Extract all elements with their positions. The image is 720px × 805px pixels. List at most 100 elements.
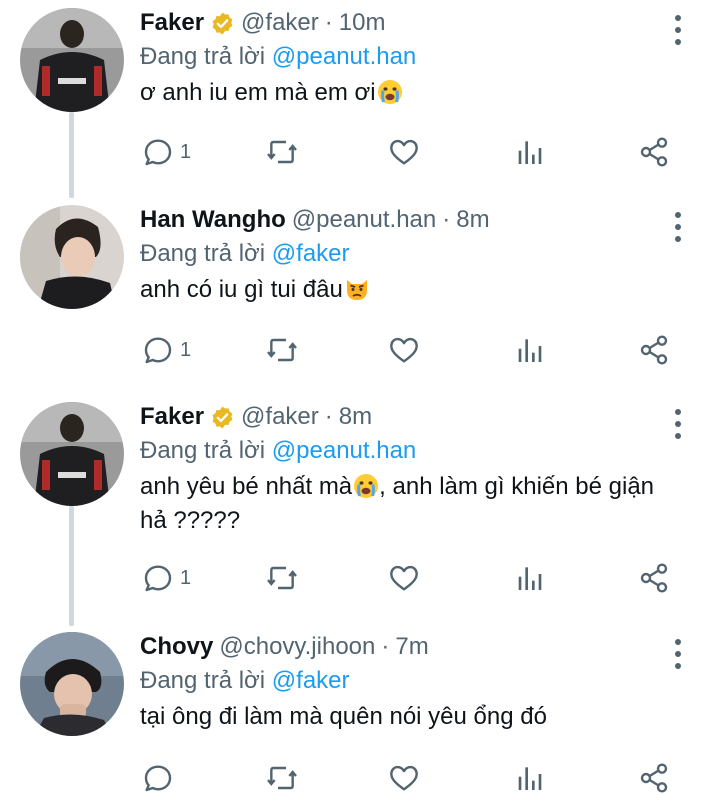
- replying-to-label: Đang trả lời: [140, 240, 266, 267]
- author-handle[interactable]: @chovy.jihoon: [219, 630, 375, 664]
- timestamp[interactable]: 8m: [339, 400, 372, 434]
- bar-chart-icon: [518, 567, 542, 590]
- tweet-content: Han Wangho @peanut.han · 8m Đang trả lời…: [140, 203, 670, 307]
- like-button[interactable]: [388, 558, 420, 598]
- replying-to: Đang trả lời @peanut.han: [140, 434, 670, 468]
- verified-badge-icon: [210, 11, 235, 36]
- author-handle[interactable]: @faker: [241, 6, 319, 40]
- reply-button[interactable]: 1: [142, 132, 191, 172]
- separator-dot: ·: [324, 403, 333, 430]
- tweet-content: Faker @faker · 8m Đang trả lời @peanut.h…: [140, 400, 670, 538]
- action-bar: 1: [140, 330, 680, 370]
- views-button[interactable]: [514, 558, 546, 598]
- like-button[interactable]: [388, 758, 420, 798]
- tweet-content: Chovy @chovy.jihoon · 7m Đang trả lời @f…: [140, 630, 670, 734]
- timestamp[interactable]: 10m: [339, 6, 386, 40]
- tweet-text-body: tại ông đi làm mà quên nói yêu ổng đó: [140, 703, 547, 730]
- tweet[interactable]: Han Wangho @peanut.han · 8m Đang trả lời…: [0, 197, 720, 394]
- replying-to-label: Đang trả lời: [140, 667, 266, 694]
- mention-link[interactable]: @faker: [272, 240, 350, 267]
- action-bar: 1: [140, 558, 680, 598]
- mention-link[interactable]: @peanut.han: [272, 437, 416, 464]
- reply-count: 1: [180, 140, 192, 163]
- tweet-text: tại ông đi làm mà quên nói yêu ổng đó: [140, 700, 670, 734]
- retweet-icon: [267, 140, 297, 164]
- tweet-content: Faker @faker · 10m Đang trả lời @peanut.…: [140, 6, 670, 110]
- more-options-icon[interactable]: [664, 634, 692, 674]
- replying-to: Đang trả lời @faker: [140, 664, 670, 698]
- views-button[interactable]: [514, 758, 546, 798]
- retweet-button[interactable]: [266, 132, 298, 172]
- crying-face-emoji-icon: [377, 79, 403, 105]
- retweet-button[interactable]: [266, 330, 298, 370]
- chovy-avatar-image: [20, 632, 124, 736]
- mention-link[interactable]: @peanut.han: [272, 43, 416, 70]
- avatar[interactable]: [20, 8, 124, 112]
- avatar[interactable]: [20, 632, 124, 736]
- author-name[interactable]: Faker: [140, 6, 204, 40]
- bar-chart-icon: [518, 339, 542, 362]
- more-options-icon[interactable]: [664, 207, 692, 247]
- views-button[interactable]: [514, 132, 546, 172]
- tweet[interactable]: Faker @faker · 8m Đang trả lời @peanut.h…: [0, 394, 720, 624]
- share-button[interactable]: [638, 132, 670, 172]
- replying-to-label: Đang trả lời: [140, 43, 266, 70]
- retweet-icon: [267, 566, 297, 590]
- bar-chart-icon: [518, 767, 542, 790]
- share-button[interactable]: [638, 758, 670, 798]
- tweet[interactable]: Faker @faker · 10m Đang trả lời @peanut.…: [0, 0, 720, 197]
- heart-icon: [390, 765, 418, 791]
- retweet-button[interactable]: [266, 558, 298, 598]
- retweet-icon: [267, 766, 297, 790]
- reply-icon: [144, 565, 172, 592]
- reply-icon: [144, 765, 172, 792]
- reply-icon: [144, 337, 172, 364]
- separator-dot: ·: [381, 633, 390, 660]
- retweet-button[interactable]: [266, 758, 298, 798]
- tweet-text-body: ơ anh iu em mà em ơi: [140, 79, 376, 106]
- retweet-icon: [267, 338, 297, 362]
- reply-count: 1: [180, 566, 192, 589]
- avatar[interactable]: [20, 205, 124, 309]
- more-options-icon[interactable]: [664, 10, 692, 50]
- bar-chart-icon: [518, 141, 542, 164]
- share-icon: [640, 137, 668, 167]
- verified-badge-icon: [210, 405, 235, 430]
- reply-button[interactable]: 1: [142, 330, 191, 370]
- tweet-text-body: anh yêu bé nhất mà: [140, 473, 353, 500]
- faker-avatar-image: [20, 8, 124, 112]
- author-handle[interactable]: @peanut.han: [292, 203, 436, 237]
- han-wangho-avatar-image: [20, 205, 124, 309]
- reply-button[interactable]: [142, 758, 180, 798]
- share-button[interactable]: [638, 330, 670, 370]
- author-name[interactable]: Han Wangho: [140, 203, 286, 237]
- tweet-text: anh yêu bé nhất mà, anh làm gì khiến bé …: [140, 470, 670, 538]
- crying-face-emoji-icon: [353, 473, 379, 499]
- heart-icon: [390, 139, 418, 165]
- reply-count: 1: [180, 338, 192, 361]
- tweet-header: Faker @faker · 10m: [140, 6, 670, 40]
- replying-to: Đang trả lời @faker: [140, 237, 670, 271]
- author-handle[interactable]: @faker: [241, 400, 319, 434]
- more-options-icon[interactable]: [664, 404, 692, 444]
- tweet-text: anh có iu gì tui đâu: [140, 273, 670, 307]
- replying-to: Đang trả lời @peanut.han: [140, 40, 670, 74]
- avatar[interactable]: [20, 402, 124, 506]
- heart-icon: [390, 337, 418, 363]
- share-button[interactable]: [638, 558, 670, 598]
- author-name[interactable]: Faker: [140, 400, 204, 434]
- action-bar: 1: [140, 132, 680, 172]
- timestamp[interactable]: 7m: [395, 630, 428, 664]
- heart-icon: [390, 565, 418, 591]
- reply-thread: Faker @faker · 10m Đang trả lời @peanut.…: [0, 0, 720, 805]
- timestamp[interactable]: 8m: [456, 203, 489, 237]
- views-button[interactable]: [514, 330, 546, 370]
- share-icon: [640, 563, 668, 593]
- tweet-header: Faker @faker · 8m: [140, 400, 670, 434]
- like-button[interactable]: [388, 132, 420, 172]
- tweet[interactable]: Chovy @chovy.jihoon · 7m Đang trả lời @f…: [0, 624, 720, 805]
- author-name[interactable]: Chovy: [140, 630, 213, 664]
- mention-link[interactable]: @faker: [272, 667, 350, 694]
- reply-button[interactable]: 1: [142, 558, 191, 598]
- like-button[interactable]: [388, 330, 420, 370]
